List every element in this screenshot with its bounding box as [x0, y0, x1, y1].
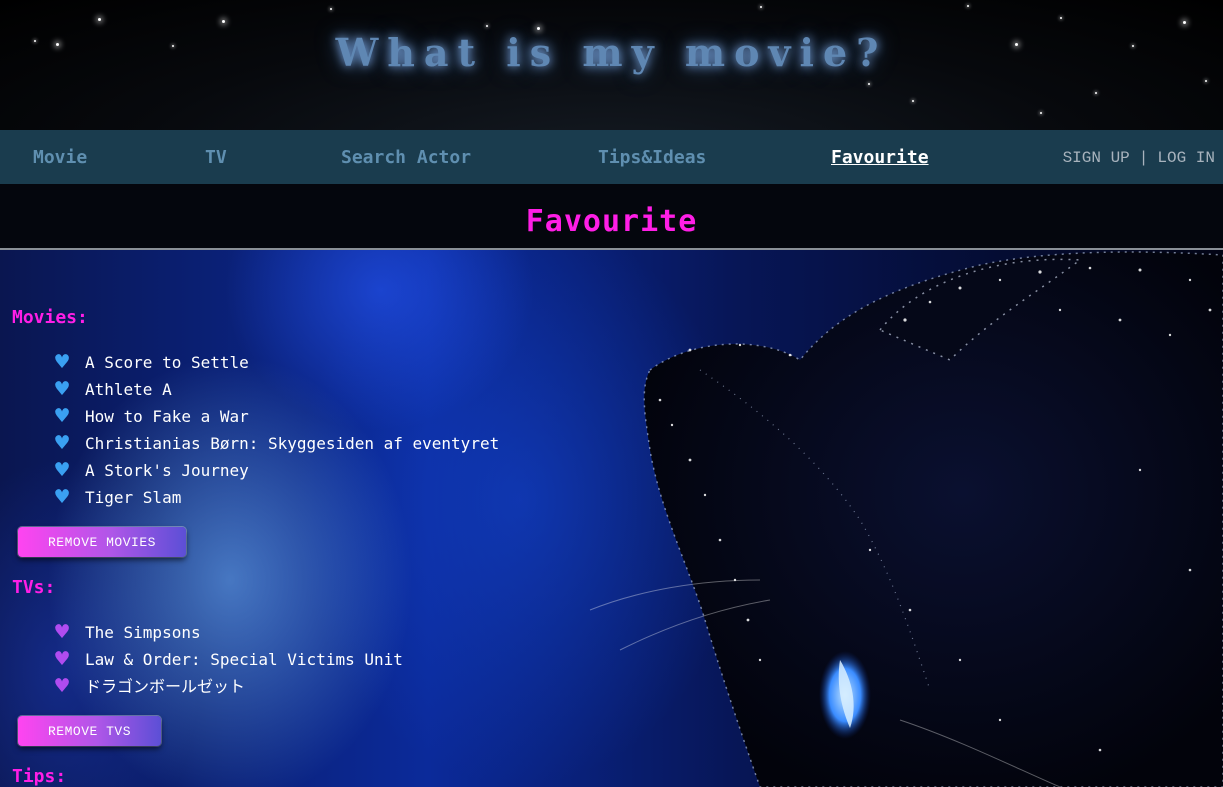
- galaxy-cat-background: [589, 251, 1223, 787]
- blue-heart-icon: ♥: [53, 459, 71, 481]
- list-item[interactable]: ♥ Athlete A: [52, 376, 499, 403]
- log-in-link[interactable]: LOG IN: [1157, 149, 1215, 167]
- list-item[interactable]: ♥ A Stork's Journey: [52, 457, 499, 484]
- nav-item-favourite[interactable]: Favourite: [831, 147, 929, 168]
- favourite-movies-list: ♥ A Score to Settle ♥ Athlete A ♥ How to Fa…: [52, 349, 499, 511]
- page-title: Favourite: [525, 204, 698, 239]
- star-decoration: [222, 20, 225, 23]
- nav-item-tips-ideas[interactable]: Tips&Ideas: [598, 147, 706, 168]
- sign-up-link[interactable]: SIGN UP: [1063, 149, 1130, 167]
- list-item[interactable]: ♥ Tiger Slam: [52, 484, 499, 511]
- site-title: What is my movie?: [335, 30, 888, 75]
- star-decoration: [486, 25, 488, 27]
- tips-heading: Tips:: [12, 766, 67, 787]
- favourites-content: Movies: ♥ A Score to Settle ♥ Athlete A ♥ H…: [0, 250, 1223, 787]
- main-nav: Movie TV Search Actor Tips&Ideas Favouri…: [0, 130, 1223, 184]
- movie-title: Christianias Børn: Skyggesiden af eventy…: [85, 434, 500, 453]
- blue-heart-icon: ♥: [53, 486, 71, 508]
- blue-heart-icon: ♥: [53, 405, 71, 427]
- auth-separator: |: [1138, 149, 1149, 167]
- list-item[interactable]: ♥ The Simpsons: [52, 619, 403, 646]
- list-item[interactable]: ♥ ドラゴンボールゼット: [52, 673, 403, 700]
- star-decoration: [1060, 17, 1062, 19]
- nav-item-movie[interactable]: Movie: [33, 147, 87, 168]
- star-decoration: [868, 83, 870, 85]
- star-decoration: [760, 6, 762, 8]
- auth-links: SIGN UP | LOG IN: [1063, 149, 1215, 167]
- movie-title: A Score to Settle: [85, 353, 249, 372]
- tv-title: The Simpsons: [85, 623, 201, 642]
- movie-title: Tiger Slam: [85, 488, 182, 507]
- star-decoration: [967, 5, 969, 7]
- tv-title: ドラゴンボールゼット: [85, 677, 246, 696]
- tvs-heading: TVs:: [12, 577, 56, 598]
- purple-heart-icon: ♥: [53, 675, 71, 697]
- list-item[interactable]: ♥ Christianias Børn: Skyggesiden af event…: [52, 430, 499, 457]
- star-decoration: [98, 18, 101, 21]
- star-decoration: [1183, 21, 1186, 24]
- nav-item-search-actor[interactable]: Search Actor: [341, 147, 471, 168]
- blue-heart-icon: ♥: [53, 432, 71, 454]
- blue-heart-icon: ♥: [53, 351, 71, 373]
- movies-heading: Movies:: [12, 307, 88, 328]
- page-title-bar: Favourite: [0, 184, 1223, 250]
- movie-title: A Stork's Journey: [85, 461, 249, 480]
- list-item[interactable]: ♥ Law & Order: Special Victims Unit: [52, 646, 403, 673]
- list-item[interactable]: ♥ How to Fake a War: [52, 403, 499, 430]
- blue-heart-icon: ♥: [53, 378, 71, 400]
- star-decoration: [912, 100, 914, 102]
- star-decoration: [1040, 112, 1042, 114]
- purple-heart-icon: ♥: [53, 621, 71, 643]
- page: What is my movie? Movie TV Search Actor …: [0, 0, 1223, 787]
- star-decoration: [330, 8, 332, 10]
- purple-heart-icon: ♥: [53, 648, 71, 670]
- star-decoration: [1095, 92, 1097, 94]
- favourite-tvs-list: ♥ The Simpsons ♥ Law & Order: Special Vict…: [52, 619, 403, 700]
- remove-tvs-button[interactable]: REMOVE TVS: [18, 716, 162, 746]
- movie-title: How to Fake a War: [85, 407, 249, 426]
- list-item[interactable]: ♥ A Score to Settle: [52, 349, 499, 376]
- star-decoration: [1205, 80, 1207, 82]
- movie-title: Athlete A: [85, 380, 172, 399]
- remove-movies-button[interactable]: REMOVE MOVIES: [18, 527, 186, 557]
- site-header: What is my movie?: [0, 0, 1223, 130]
- tv-title: Law & Order: Special Victims Unit: [85, 650, 403, 669]
- nav-item-tv[interactable]: TV: [205, 147, 227, 168]
